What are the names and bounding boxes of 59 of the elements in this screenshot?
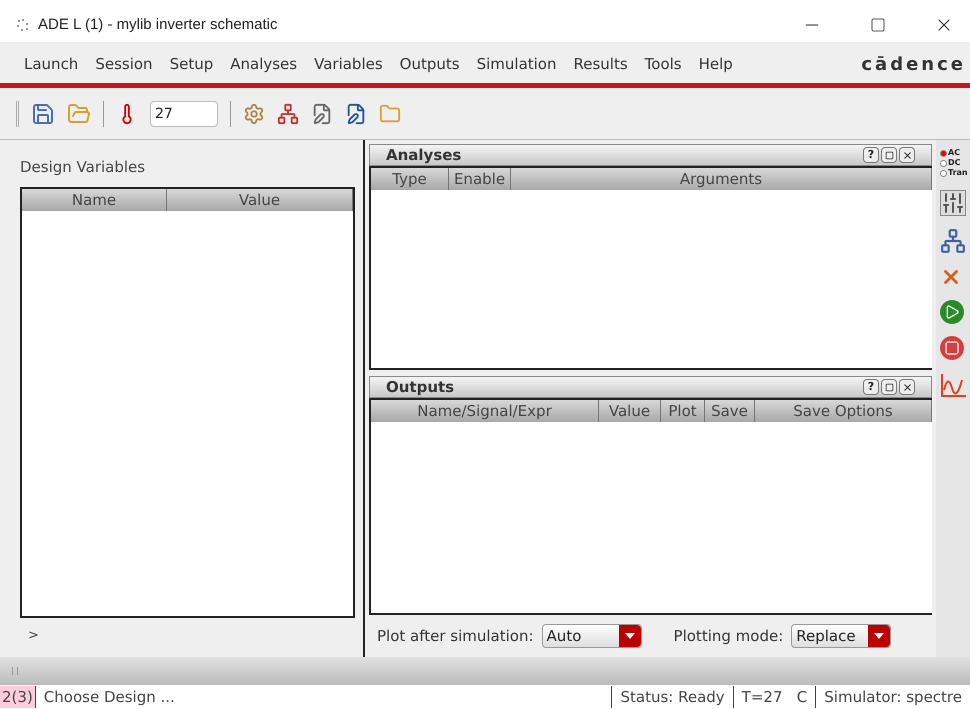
run-icon[interactable]: [940, 300, 964, 324]
dropdown[interactable]: Auto: [542, 624, 642, 648]
menu-item[interactable]: Launch: [24, 53, 78, 76]
sliders-icon[interactable]: [940, 190, 966, 216]
menu-item[interactable]: Analyses: [230, 53, 298, 76]
status-text: Status: Ready: [611, 686, 733, 708]
analysis-radio[interactable]: AC: [940, 148, 968, 158]
menu-item[interactable]: Simulation: [476, 53, 556, 76]
menu-item[interactable]: Results: [574, 53, 628, 76]
float-icon: [884, 382, 894, 392]
column-header[interactable]: Enable: [449, 168, 511, 190]
simulator-text: Simulator: spectre: [815, 686, 970, 708]
menu-item[interactable]: Outputs: [400, 53, 460, 76]
menu-item[interactable]: Help: [698, 53, 733, 76]
column-header[interactable]: Value: [599, 400, 661, 422]
column-header[interactable]: Save: [705, 400, 755, 422]
float-button[interactable]: [881, 379, 897, 395]
brand-logo: cādence: [861, 53, 967, 77]
column-header[interactable]: Plot: [661, 400, 705, 422]
column-header[interactable]: Value: [167, 188, 353, 210]
column-header[interactable]: Type: [371, 168, 449, 190]
waveform-icon[interactable]: [940, 372, 966, 398]
gear-icon[interactable]: [243, 102, 265, 124]
close-icon: [902, 150, 912, 160]
help-button[interactable]: ?: [863, 379, 879, 395]
panel-title: Analyses: [386, 144, 462, 166]
column-header[interactable]: Arguments: [511, 168, 932, 190]
help-button[interactable]: ?: [863, 147, 879, 163]
dropdown[interactable]: Replace: [791, 624, 892, 648]
menu-item[interactable]: Session: [95, 53, 153, 76]
analysis-radio[interactable]: DC: [940, 158, 968, 168]
close-button[interactable]: [899, 379, 915, 395]
app-icon: [16, 18, 30, 32]
command-counter: 2(3): [0, 686, 36, 708]
close-button[interactable]: [899, 147, 915, 163]
float-icon: [884, 150, 894, 160]
edit-icon[interactable]: [345, 102, 367, 124]
column-header[interactable]: Name: [22, 188, 167, 210]
menu-item[interactable]: Tools: [644, 53, 682, 76]
document-icon[interactable]: [311, 102, 333, 124]
close-icon: [902, 382, 912, 392]
status-message: Choose Design ...: [44, 686, 176, 708]
menu-item[interactable]: Setup: [170, 53, 214, 76]
panel-title: Outputs: [386, 376, 456, 398]
prompt-text: >: [27, 626, 40, 644]
float-button[interactable]: [881, 147, 897, 163]
temperature-field[interactable]: 27: [150, 100, 218, 126]
plotting-mode-label: Plotting mode:: [674, 626, 784, 647]
column-header[interactable]: Name/Signal/Expr: [371, 400, 599, 422]
plot-after-label: Plot after simulation:: [377, 626, 534, 647]
save-icon[interactable]: [31, 102, 55, 126]
window-title: ADE L (1) - mylib inverter schematic: [38, 14, 279, 35]
temperature-text: T=27 C: [732, 686, 816, 708]
menu-item[interactable]: Variables: [314, 53, 383, 76]
section-title: Design Variables: [20, 157, 146, 178]
column-header[interactable]: Save Options: [755, 400, 932, 422]
stop-icon[interactable]: [940, 336, 964, 360]
maximize-icon[interactable]: [870, 17, 886, 33]
analysis-radio[interactable]: Tran: [940, 168, 968, 178]
